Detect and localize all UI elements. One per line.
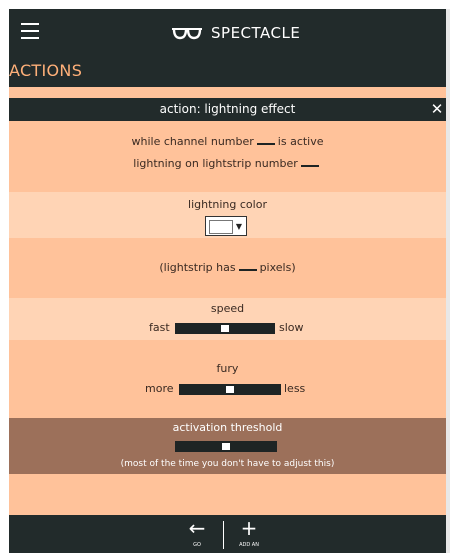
app-name: SPECTACLE xyxy=(211,24,301,42)
scrollbar[interactable] xyxy=(446,9,450,553)
fury-slider-thumb[interactable] xyxy=(226,386,234,393)
go-button[interactable]: ← GO xyxy=(177,515,217,553)
nav-divider xyxy=(223,521,224,549)
fury-section: fury more less xyxy=(9,340,446,418)
lightstrip-label: lightning on lightstrip number xyxy=(133,157,298,170)
pixels-section: (lightstrip has pixels) xyxy=(9,238,446,298)
pixels-prefix: (lightstrip has xyxy=(159,261,236,274)
fury-slider-row: more less xyxy=(9,382,446,396)
channel-section: while channel number is active lightning … xyxy=(9,121,446,192)
pixels-line: (lightstrip has pixels) xyxy=(9,261,446,274)
channel-suffix: is active xyxy=(277,135,324,148)
channel-number-input[interactable] xyxy=(256,135,275,145)
app-brand: SPECTACLE xyxy=(171,21,300,45)
threshold-slider-row xyxy=(9,439,446,453)
color-picker[interactable]: ▼ xyxy=(205,216,247,236)
fury-max-label: less xyxy=(284,382,306,395)
plus-icon: + xyxy=(240,516,258,540)
threshold-section: activation threshold (most of the time y… xyxy=(9,418,446,474)
fury-min-label: more xyxy=(145,382,174,395)
color-swatch xyxy=(209,220,233,234)
speed-title: speed xyxy=(210,302,245,315)
go-label: GO xyxy=(193,542,201,548)
speed-slider-thumb[interactable] xyxy=(221,325,229,332)
lightstrip-number-input[interactable] xyxy=(300,157,319,167)
pixels-input[interactable] xyxy=(238,261,257,271)
glasses-logo-icon xyxy=(172,28,202,40)
channel-line: while channel number is active xyxy=(9,135,446,148)
threshold-slider-thumb[interactable] xyxy=(222,443,230,450)
close-icon[interactable]: ✕ xyxy=(430,100,444,118)
add-button[interactable]: + ADD AN xyxy=(229,515,269,553)
threshold-title: activation threshold xyxy=(172,421,283,434)
fury-title: fury xyxy=(216,362,239,375)
menu-icon[interactable] xyxy=(21,23,39,39)
add-label: ADD AN xyxy=(239,542,259,548)
speed-max-label: slow xyxy=(279,321,304,334)
pixels-suffix: pixels) xyxy=(259,261,296,274)
app-window: SPECTACLE ACTIONS action: lightning effe… xyxy=(9,9,446,553)
speed-slider[interactable] xyxy=(175,323,275,334)
channel-label: while channel number xyxy=(131,135,254,148)
dropdown-caret-icon: ▼ xyxy=(235,222,242,231)
lightstrip-line: lightning on lightstrip number xyxy=(9,157,446,170)
threshold-slider[interactable] xyxy=(175,441,277,452)
speed-section: speed fast slow xyxy=(9,298,446,340)
action-title: action: lightning effect xyxy=(159,102,296,116)
section-header: ACTIONS xyxy=(9,57,446,87)
bottom-nav: ← GO + ADD AN xyxy=(9,515,446,553)
speed-slider-row: fast slow xyxy=(9,321,446,335)
color-section: lightning color ▼ xyxy=(9,192,446,238)
speed-min-label: fast xyxy=(149,321,170,334)
arrow-left-icon: ← xyxy=(188,516,206,540)
action-title-bar: action: lightning effect ✕ xyxy=(9,98,446,121)
color-label: lightning color xyxy=(188,198,267,211)
top-bar: SPECTACLE xyxy=(9,9,446,57)
threshold-note: (most of the time you don't have to adju… xyxy=(120,459,335,469)
fury-slider[interactable] xyxy=(179,384,281,395)
section-title: ACTIONS xyxy=(9,61,83,80)
empty-section xyxy=(9,474,446,515)
